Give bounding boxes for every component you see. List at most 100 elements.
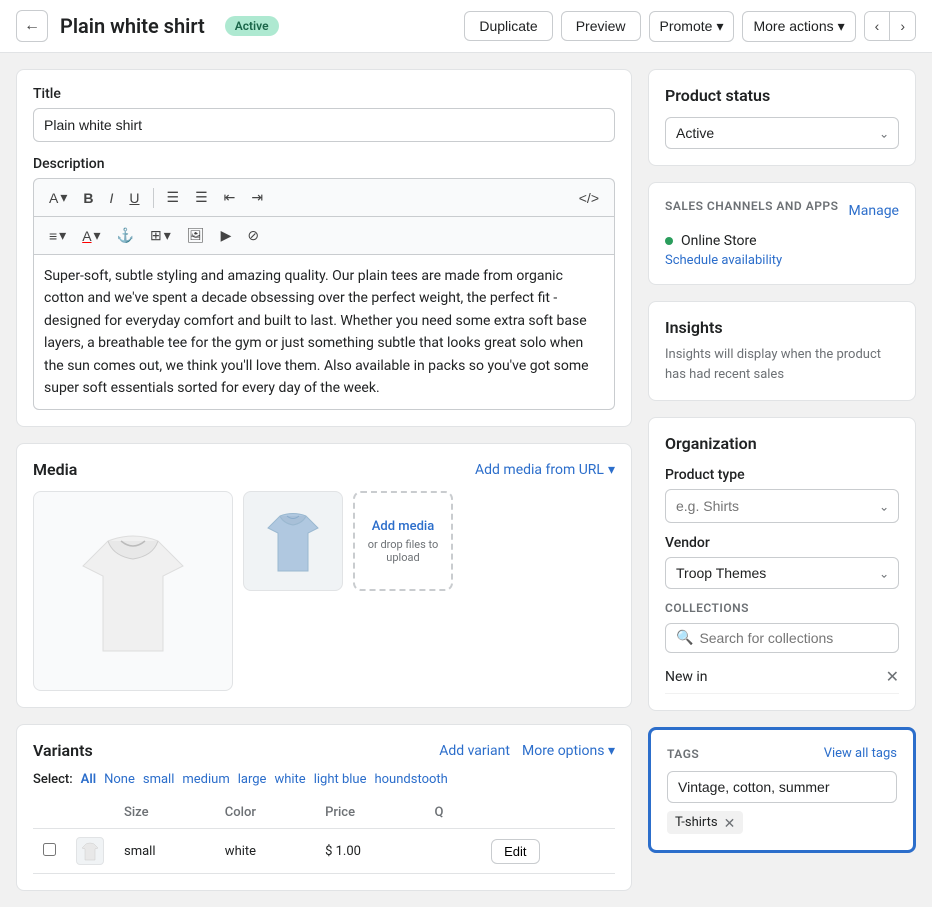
nav-prev-button[interactable]: ‹ bbox=[865, 12, 891, 40]
description-label: Description bbox=[33, 156, 615, 172]
description-toolbar-row2: ≡ ▾ A ▾ ⚓ ⊞ ▾ 🖼 ▶ bbox=[33, 216, 615, 255]
tags-header: TAGS View all tags bbox=[667, 746, 897, 761]
toolbar-link-button[interactable]: ⚓ bbox=[110, 223, 141, 248]
description-text[interactable]: Super-soft, subtle styling and amazing q… bbox=[33, 255, 615, 410]
collections-search-input[interactable] bbox=[699, 630, 888, 646]
toolbar-code-button[interactable]: </> bbox=[572, 186, 606, 210]
add-variant-link[interactable]: Add variant bbox=[439, 743, 510, 759]
promote-dropdown-icon: ▾ bbox=[716, 18, 723, 35]
variant-actions: Add variant More options ▾ bbox=[439, 743, 615, 759]
variants-title: Variants bbox=[33, 741, 93, 760]
unordered-list-icon: ☰ bbox=[167, 189, 180, 206]
channel-row: Online Store bbox=[665, 233, 899, 249]
toolbar-bold-button[interactable]: B bbox=[76, 186, 100, 210]
title-label: Title bbox=[33, 86, 615, 102]
row-size: small bbox=[114, 829, 215, 874]
align-icon: ≡ bbox=[49, 228, 57, 244]
filter-light-blue[interactable]: light blue bbox=[314, 772, 367, 787]
vendor-select[interactable]: Troop Themes bbox=[665, 557, 899, 589]
table-row: small white $ 1.00 Edit bbox=[33, 829, 615, 874]
toolbar-italic-button[interactable]: I bbox=[103, 186, 121, 210]
status-badge: Active bbox=[225, 16, 279, 36]
text-color-icon: A bbox=[82, 228, 91, 244]
filter-white[interactable]: white bbox=[274, 772, 305, 787]
toolbar-ol-button[interactable]: ☰ bbox=[188, 185, 215, 210]
channels-header: SALES CHANNELS AND APPS Manage bbox=[665, 199, 899, 223]
insights-title: Insights bbox=[665, 318, 899, 337]
toolbar-underline-button[interactable]: U bbox=[122, 186, 146, 210]
vendor-group: Vendor Troop Themes bbox=[665, 535, 899, 589]
toolbar-color-button[interactable]: A ▾ bbox=[75, 223, 107, 248]
more-actions-button[interactable]: More actions ▾ bbox=[742, 11, 855, 42]
toolbar-align-button[interactable]: ≡ ▾ bbox=[42, 223, 73, 248]
row-qty bbox=[424, 829, 481, 874]
shirt-svg-small bbox=[253, 501, 333, 581]
remove-tag-button[interactable]: ✕ bbox=[724, 816, 736, 830]
col-qty: Q bbox=[424, 797, 481, 829]
product-type-input[interactable] bbox=[665, 489, 899, 523]
col-color: Color bbox=[215, 797, 315, 829]
duplicate-button[interactable]: Duplicate bbox=[464, 11, 552, 41]
product-details-card: Title Description A ▾ B I U ☰ ☰ bbox=[16, 69, 632, 427]
toolbar-more-button[interactable]: ⊘ bbox=[240, 223, 266, 248]
filter-medium[interactable]: medium bbox=[182, 772, 229, 787]
status-select[interactable]: Active Draft Archived bbox=[665, 117, 899, 149]
toolbar-indent-out-button[interactable]: ⇤ bbox=[217, 185, 243, 210]
toolbar-ul-button[interactable]: ☰ bbox=[160, 185, 187, 210]
col-price: Price bbox=[315, 797, 424, 829]
channel-active-dot bbox=[665, 237, 673, 245]
shirt-svg-large bbox=[53, 511, 213, 671]
media-item-1[interactable] bbox=[33, 491, 233, 691]
filter-small[interactable]: small bbox=[143, 772, 175, 787]
tag-item: T-shirts ✕ bbox=[667, 811, 743, 834]
media-card: Media Add media from URL ▾ bbox=[16, 443, 632, 708]
media-title: Media bbox=[33, 460, 77, 479]
toolbar-image-button[interactable]: 🖼 bbox=[180, 223, 212, 248]
col-size: Size bbox=[114, 797, 215, 829]
table-icon: ⊞ bbox=[150, 227, 162, 244]
manage-link[interactable]: Manage bbox=[849, 203, 899, 219]
filter-large[interactable]: large bbox=[238, 772, 267, 787]
filter-houndstooth[interactable]: houndstooth bbox=[374, 772, 447, 787]
more-options-link[interactable]: More options ▾ bbox=[522, 743, 615, 759]
right-column: Product status Active Draft Archived SAL… bbox=[648, 69, 916, 891]
channel-name: Online Store bbox=[681, 233, 757, 249]
code-icon: </> bbox=[579, 190, 599, 206]
preview-button[interactable]: Preview bbox=[561, 11, 641, 41]
back-button[interactable]: ← bbox=[16, 10, 48, 42]
more-options-dropdown-icon: ▾ bbox=[608, 743, 615, 759]
select-label: Select: bbox=[33, 772, 73, 787]
add-media-box[interactable]: Add media or drop files to upload bbox=[353, 491, 453, 591]
color-dropdown-icon: ▾ bbox=[94, 227, 101, 244]
nav-next-button[interactable]: › bbox=[890, 12, 915, 40]
filter-none[interactable]: None bbox=[104, 772, 135, 787]
media-item-2[interactable] bbox=[243, 491, 343, 591]
row-edit-button[interactable]: Edit bbox=[491, 839, 539, 864]
tags-input[interactable] bbox=[667, 771, 897, 803]
variants-table: Size Color Price Q bbox=[33, 797, 615, 874]
sales-channels-card: SALES CHANNELS AND APPS Manage Online St… bbox=[648, 182, 916, 285]
row-color: white bbox=[215, 829, 315, 874]
schedule-link[interactable]: Schedule availability bbox=[665, 253, 899, 268]
title-input[interactable] bbox=[33, 108, 615, 142]
remove-collection-button[interactable]: ✕ bbox=[886, 667, 899, 687]
align-dropdown-icon: ▾ bbox=[59, 227, 66, 244]
promote-button[interactable]: Promote ▾ bbox=[649, 11, 735, 42]
status-select-wrapper: Active Draft Archived bbox=[665, 117, 899, 149]
view-all-tags-link[interactable]: View all tags bbox=[824, 746, 897, 761]
row-checkbox[interactable] bbox=[43, 843, 56, 856]
header: ← Plain white shirt Active Duplicate Pre… bbox=[0, 0, 932, 53]
add-media-url-link[interactable]: Add media from URL ▾ bbox=[475, 462, 615, 478]
row-price: $ 1.00 bbox=[315, 829, 424, 874]
add-media-sublabel: or drop files to upload bbox=[355, 538, 451, 564]
toolbar-indent-in-button[interactable]: ⇥ bbox=[244, 185, 270, 210]
tags-title: TAGS bbox=[667, 747, 699, 761]
toolbar-video-button[interactable]: ▶ bbox=[214, 223, 239, 248]
toolbar-table-button[interactable]: ⊞ ▾ bbox=[143, 223, 178, 248]
col-thumb bbox=[66, 797, 114, 829]
description-toolbar: A ▾ B I U ☰ ☰ ⇤ ⇥ bbox=[33, 178, 615, 216]
vendor-select-wrapper: Troop Themes bbox=[665, 557, 899, 589]
toolbar-font-button[interactable]: A ▾ bbox=[42, 185, 74, 210]
filter-all[interactable]: All bbox=[81, 772, 96, 787]
tags-card: TAGS View all tags T-shirts ✕ bbox=[648, 727, 916, 853]
